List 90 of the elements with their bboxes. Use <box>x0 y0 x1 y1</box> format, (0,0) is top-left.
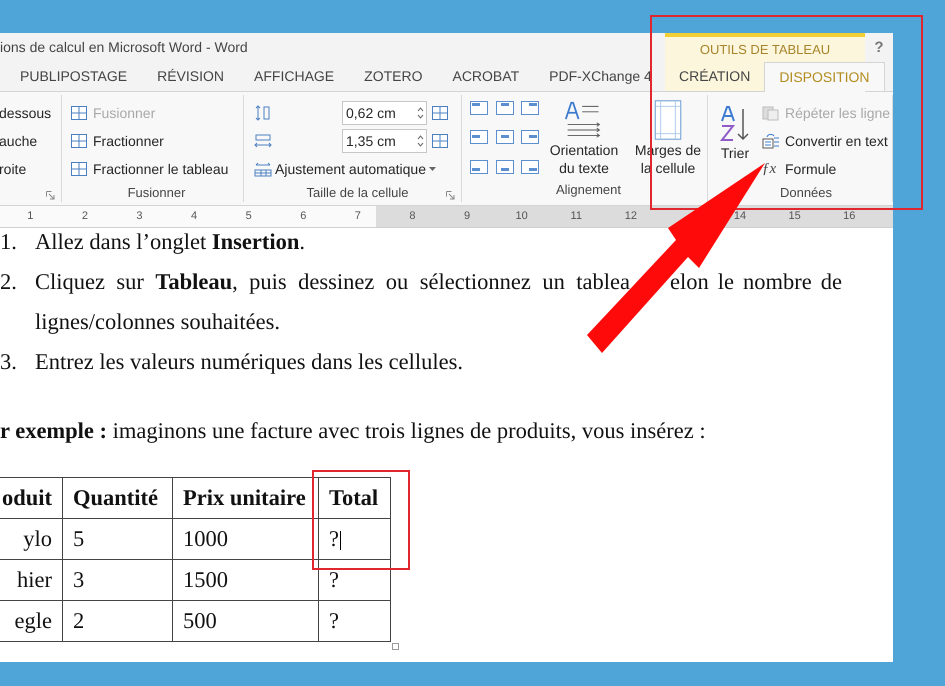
group-label: Alignement <box>556 181 622 200</box>
list-number: 3. <box>0 348 18 376</box>
distribute-icon <box>431 133 449 149</box>
help-button[interactable]: ? <box>874 37 884 57</box>
ribbon-command[interactable]: Convertir en text <box>785 130 888 152</box>
align-cell-icon[interactable] <box>496 101 514 115</box>
size-field[interactable]: 0,62 cm <box>342 101 427 125</box>
function-symbol: ƒx <box>762 160 778 179</box>
ruler-number: 1 <box>27 209 34 224</box>
table-cell: 1000 <box>172 518 318 560</box>
table-grid-icon <box>70 161 88 177</box>
table-cell: ? <box>318 600 390 642</box>
ribbon-tab[interactable]: RÉVISION <box>157 66 224 87</box>
list-text: Cliquez sur Tableau, puis dessinez ou sélectionnez un tablea <box>35 268 630 296</box>
window-title: ions de calcul en Microsoft Word - Word <box>0 38 248 57</box>
align-cell-icon[interactable] <box>470 160 488 174</box>
autofit-button[interactable]: Ajustement automatique <box>275 158 436 180</box>
ribbon-command[interactable]: Fractionner <box>93 130 164 152</box>
ribbon-tab[interactable]: ACROBAT <box>452 66 520 87</box>
ruler-number: 16 <box>843 209 856 224</box>
ribbon-tab[interactable]: AFFICHAGE <box>254 66 334 87</box>
align-cell-icon[interactable] <box>470 101 488 115</box>
dialog-launcher-icon[interactable] <box>446 191 455 200</box>
table-cell: ? <box>318 560 390 600</box>
table-cell: ? <box>318 518 390 560</box>
align-cell-icon[interactable] <box>521 130 540 144</box>
table-cell: ylo <box>0 518 62 560</box>
ruler-number: 9 <box>464 209 470 224</box>
group-label: Fusionner <box>128 184 186 202</box>
list-text: Allez dans l’onglet Insertion. <box>35 228 306 256</box>
table-grid-icon <box>70 133 88 149</box>
ribbon-command[interactable]: roite <box>0 158 26 180</box>
table-cell: 5 <box>62 518 172 560</box>
distribute-icon <box>431 105 449 121</box>
column-header: Quantité <box>62 478 172 518</box>
sort-az-icon <box>720 105 750 143</box>
ruler-number: 15 <box>788 209 801 224</box>
row-height-icon <box>254 105 272 121</box>
convert-icon <box>762 133 780 149</box>
list-text: lignes/colonnes souhaitées. <box>35 308 280 336</box>
sort-button[interactable]: Trier <box>720 99 750 183</box>
list-number: 1. <box>0 228 18 256</box>
ruler-number: 12 <box>624 209 637 224</box>
ruler-number: 8 <box>409 209 416 224</box>
ribbon-tab[interactable]: PUBLIPOSTAGE <box>20 66 128 87</box>
table-cell: hier <box>0 560 62 600</box>
column-width-icon <box>254 133 272 149</box>
table-cell: 2 <box>62 600 172 642</box>
align-cell-icon[interactable] <box>521 101 540 115</box>
ruler-number: 2 <box>82 209 88 224</box>
size-field[interactable]: 1,35 cm <box>342 129 427 153</box>
table-grid-icon <box>70 105 88 121</box>
group-label: Taille de la cellule <box>306 184 408 202</box>
align-cell-icon[interactable] <box>496 160 514 174</box>
column-header: Total <box>318 478 390 518</box>
column-header: oduit <box>0 478 62 518</box>
table-cell: egle <box>0 600 62 642</box>
repeat-rows-icon <box>762 105 780 121</box>
list-text: Entrez les valeurs numériques dans les cellules. <box>35 348 464 376</box>
table-cell: 500 <box>172 600 318 642</box>
ribbon-command[interactable]: Fractionner le tableau <box>93 158 228 180</box>
paragraph: r exemple : imaginons une facture avec trois lignes de produits, vous insérez : <box>0 418 706 443</box>
group-label: Données <box>780 184 832 202</box>
ruler-number: 7 <box>354 209 361 224</box>
ribbon-command[interactable]: Formule <box>785 158 836 180</box>
column-header: Prix unitaire <box>172 478 318 518</box>
ribbon-tab[interactable]: ZOTERO <box>364 66 422 87</box>
ruler-number: 3 <box>136 209 143 224</box>
align-cell-icon[interactable] <box>470 130 488 144</box>
caret-icon <box>428 167 436 171</box>
align-cell-icon[interactable] <box>521 160 540 174</box>
autofit-icon <box>254 161 272 177</box>
spinner-icon[interactable] <box>417 134 424 148</box>
ruler-number: 10 <box>516 209 528 224</box>
contextual-title: OUTILS DE TABLEAU <box>700 40 830 59</box>
text-direction-button[interactable]: Orientation du texte <box>545 99 623 177</box>
resize-handle[interactable] <box>392 643 399 650</box>
ruler-number: 6 <box>300 209 306 224</box>
ruler-number: 5 <box>246 209 252 224</box>
ruler-number: 11 <box>570 209 582 224</box>
list-text: elon le nombre de <box>670 268 842 296</box>
ruler-number: 4 <box>191 209 198 224</box>
dialog-launcher-icon[interactable] <box>46 191 55 200</box>
align-cell-icon[interactable] <box>496 130 514 144</box>
cell-margins-icon <box>653 99 683 141</box>
ruler-number: 14 <box>734 209 746 224</box>
table-cell: 1500 <box>172 560 318 600</box>
list-number: 2. <box>0 268 18 296</box>
spinner-icon[interactable] <box>417 106 424 120</box>
table-cell: 3 <box>62 560 172 600</box>
